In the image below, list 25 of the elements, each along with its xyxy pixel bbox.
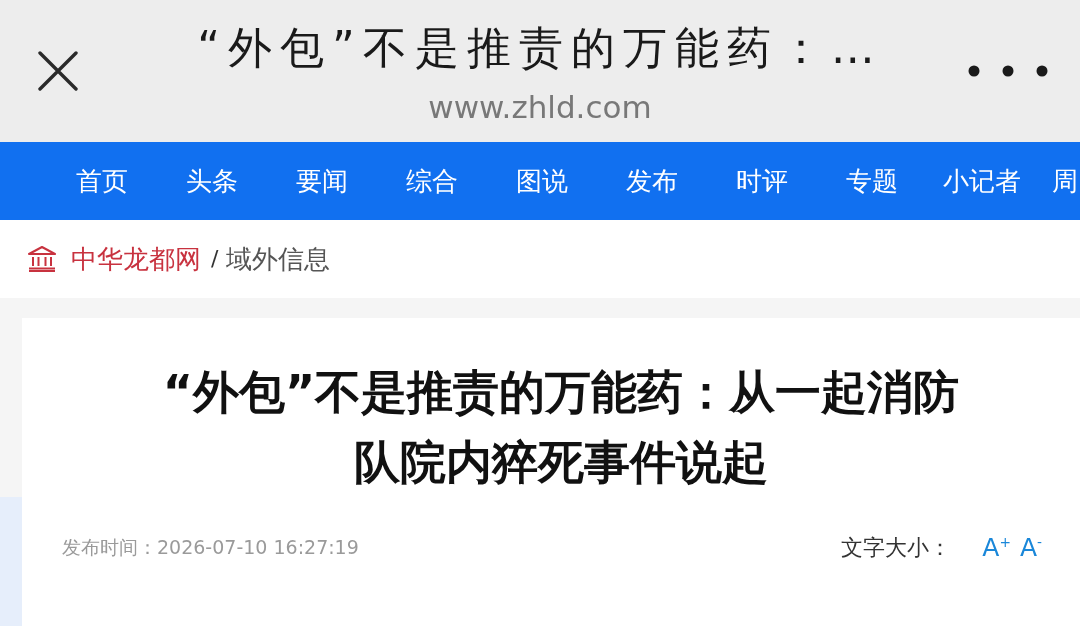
close-button[interactable] [38, 51, 78, 91]
more-icon [968, 65, 1048, 77]
nav-item[interactable]: 头条 [157, 164, 267, 198]
page-url: www.zhld.com [428, 88, 652, 127]
nav-item[interactable]: 要闻 [267, 164, 377, 198]
breadcrumb-section-link[interactable]: 域外信息 [226, 242, 331, 276]
font-size-label: 文字大小： [841, 534, 952, 562]
nav-item[interactable]: 图说 [487, 164, 597, 198]
more-button[interactable] [968, 65, 1048, 77]
building-icon [28, 246, 56, 272]
nav-item[interactable]: 专题 [817, 164, 927, 198]
nav-item[interactable]: 小记者 [927, 164, 1037, 198]
font-size-button[interactable]: A$^{-}$ [1019, 533, 1042, 563]
font-size-button[interactable]: A$^{+}$ [982, 533, 1011, 563]
page-title: “外包”不是推责的万能药：… [197, 21, 883, 75]
nav-item[interactable]: 发布 [597, 164, 707, 198]
publish-time: 发布时间：2026-07-10 16:27:19 [62, 535, 359, 560]
nav-item[interactable]: 周 [1052, 164, 1078, 198]
nav-item[interactable]: 首页 [47, 164, 157, 198]
breadcrumb-separator: / [211, 245, 219, 273]
breadcrumb-site-link[interactable]: 中华龙都网 [71, 242, 201, 276]
article-headline: “外包”不是推责的万能药：从一起消防队院内猝死事件说起 [161, 364, 961, 491]
nav-item[interactable]: 综合 [377, 164, 487, 198]
close-icon [38, 51, 78, 91]
nav-item[interactable]: 时评 [707, 164, 817, 198]
